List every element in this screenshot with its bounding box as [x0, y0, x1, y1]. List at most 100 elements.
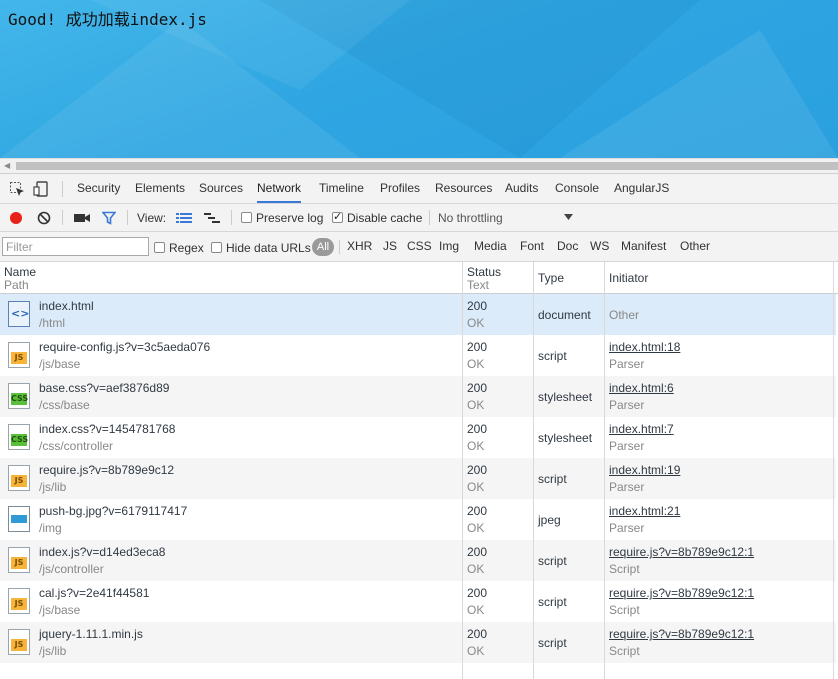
request-status: 200	[467, 504, 488, 518]
request-initiator[interactable]: require.js?v=8b789e9c12:1	[609, 627, 754, 641]
toolbar-separator	[231, 210, 232, 225]
tab-angularjs[interactable]: AngularJS	[614, 174, 669, 203]
table-row[interactable]: JS require.js?v=8b789e9c12/js/lib 200 OK scr…	[0, 458, 836, 499]
tab-console[interactable]: Console	[555, 174, 599, 203]
request-name[interactable]: base.css?v=aef3876d89	[39, 381, 169, 395]
type-filter-manifest[interactable]: Manifest	[621, 238, 666, 255]
tab-security[interactable]: Security	[77, 174, 120, 203]
type-filter-doc[interactable]: Doc	[557, 238, 578, 255]
js-file-icon: JS	[8, 547, 30, 573]
device-mode-icon[interactable]	[32, 180, 50, 198]
request-status: 200	[467, 545, 488, 559]
type-filter-css[interactable]: CSS	[407, 238, 432, 255]
type-filter-media[interactable]: Media	[474, 238, 507, 255]
request-status-text: OK	[467, 316, 485, 330]
request-name[interactable]: index.js?v=d14ed3eca8	[39, 545, 165, 559]
tab-timeline[interactable]: Timeline	[319, 174, 364, 203]
horizontal-scrollbar[interactable]: ◀	[0, 158, 838, 173]
tab-network[interactable]: Network	[257, 174, 302, 203]
table-row[interactable]: CSS base.css?v=aef3876d89/css/base 200 OK st…	[0, 376, 836, 417]
column-header-status[interactable]: Status Text	[467, 266, 501, 292]
request-name[interactable]: require.js?v=8b789e9c12	[39, 463, 174, 477]
type-filter-other[interactable]: Other	[680, 238, 710, 255]
request-initiator[interactable]: require.js?v=8b789e9c12:1	[609, 586, 754, 600]
request-name[interactable]: push-bg.jpg?v=6179117417	[39, 504, 187, 518]
toolbar-separator	[62, 210, 63, 225]
disable-cache-checkbox[interactable]	[332, 210, 343, 223]
request-status: 200	[467, 381, 488, 395]
column-header-initiator[interactable]: Initiator	[609, 272, 648, 285]
preserve-log-checkbox[interactable]	[241, 212, 252, 223]
request-initiator[interactable]: index.html:21	[609, 504, 680, 518]
filter-input[interactable]	[2, 237, 149, 256]
table-row[interactable]: JS require-config.js?v=3c5aeda076/js/base…	[0, 335, 836, 376]
tab-profiles[interactable]: Profiles	[380, 174, 420, 203]
hide-data-urls-checkbox[interactable]	[211, 242, 222, 253]
column-header-name[interactable]: Name Path	[4, 266, 36, 292]
tab-audits[interactable]: Audits	[505, 174, 538, 203]
request-name[interactable]: index.html	[39, 299, 94, 313]
filter-funnel-icon[interactable]	[100, 210, 118, 226]
throttling-dropdown-arrow-icon[interactable]	[562, 212, 574, 222]
table-row[interactable]: JS cal.js?v=2e41f44581/js/base 200 OK script…	[0, 581, 836, 622]
throttling-select[interactable]: No throttling	[438, 211, 503, 225]
js-file-icon: JS	[8, 588, 30, 614]
capture-screenshots-icon[interactable]	[73, 210, 91, 226]
tab-elements[interactable]: Elements	[135, 174, 185, 203]
request-path: /css/base	[39, 398, 90, 412]
type-filter-js[interactable]: JS	[383, 238, 397, 255]
request-name[interactable]: cal.js?v=2e41f44581	[39, 586, 149, 600]
request-initiator[interactable]: index.html:6	[609, 381, 674, 395]
clear-icon[interactable]	[36, 210, 52, 226]
inspect-element-icon[interactable]	[8, 180, 26, 198]
table-row[interactable]: JS jquery-1.11.1.min.js/js/lib 200 OK script…	[0, 622, 836, 663]
type-filter-font[interactable]: Font	[520, 238, 544, 255]
devtools-panel: Security Elements Sources Network Timeli…	[0, 173, 838, 679]
request-initiator-kind: Parser	[609, 398, 645, 412]
request-path: /js/controller	[39, 562, 104, 576]
request-type: script	[538, 554, 567, 568]
image-preview	[11, 515, 27, 523]
type-filter-all[interactable]: All	[312, 238, 334, 256]
request-status-text: OK	[467, 480, 485, 494]
table-row[interactable]: push-bg.jpg?v=6179117417/img 200 OK jpeg ind…	[0, 499, 836, 540]
record-icon[interactable]	[8, 210, 24, 226]
column-text-label: Text	[467, 278, 490, 292]
tab-resources[interactable]: Resources	[435, 174, 492, 203]
request-name[interactable]: index.css?v=1454781768	[39, 422, 175, 436]
waterfall-overview-icon[interactable]	[203, 210, 221, 226]
request-initiator[interactable]: index.html:19	[609, 463, 680, 477]
column-divider	[833, 262, 834, 679]
js-file-icon: JS	[8, 465, 30, 491]
tab-sources[interactable]: Sources	[199, 174, 243, 203]
column-divider	[604, 262, 605, 679]
table-row[interactable]: CSS index.css?v=1454781768/css/controller…	[0, 417, 836, 458]
table-row[interactable]: JS index.js?v=d14ed3eca8/js/controller 200…	[0, 540, 836, 581]
js-file-icon: JS	[8, 342, 30, 368]
request-initiator[interactable]: require.js?v=8b789e9c12:1	[609, 545, 754, 559]
type-filter-xhr[interactable]: XHR	[347, 238, 372, 255]
html-file-icon: <>	[8, 301, 30, 327]
request-status-text: OK	[467, 603, 485, 617]
file-type-badge: JS	[11, 352, 27, 364]
column-header-type[interactable]: Type	[538, 272, 564, 285]
regex-checkbox[interactable]	[154, 242, 165, 253]
hide-data-urls-label: Hide data URLs	[226, 241, 311, 255]
request-name[interactable]: jquery-1.11.1.min.js	[39, 627, 143, 641]
file-type-badge: CSS	[11, 434, 29, 446]
request-type: script	[538, 349, 567, 363]
large-rows-icon[interactable]	[175, 210, 193, 226]
scrollbar-thumb[interactable]	[16, 162, 838, 170]
scroll-left-arrow-icon[interactable]: ◀	[4, 161, 10, 170]
toolbar-separator	[429, 210, 430, 225]
type-filter-img[interactable]: Img	[439, 238, 459, 255]
preserve-log-label: Preserve log	[256, 211, 324, 225]
devtools-tab-bar: Security Elements Sources Network Timeli…	[0, 174, 838, 204]
request-initiator-kind: Script	[609, 562, 640, 576]
table-row[interactable]: <> index.html/html 200 OK document Other	[0, 294, 836, 335]
column-divider	[462, 262, 463, 679]
request-initiator[interactable]: index.html:7	[609, 422, 674, 436]
type-filter-ws[interactable]: WS	[590, 238, 609, 255]
request-name[interactable]: require-config.js?v=3c5aeda076	[39, 340, 210, 354]
request-initiator[interactable]: index.html:18	[609, 340, 680, 354]
